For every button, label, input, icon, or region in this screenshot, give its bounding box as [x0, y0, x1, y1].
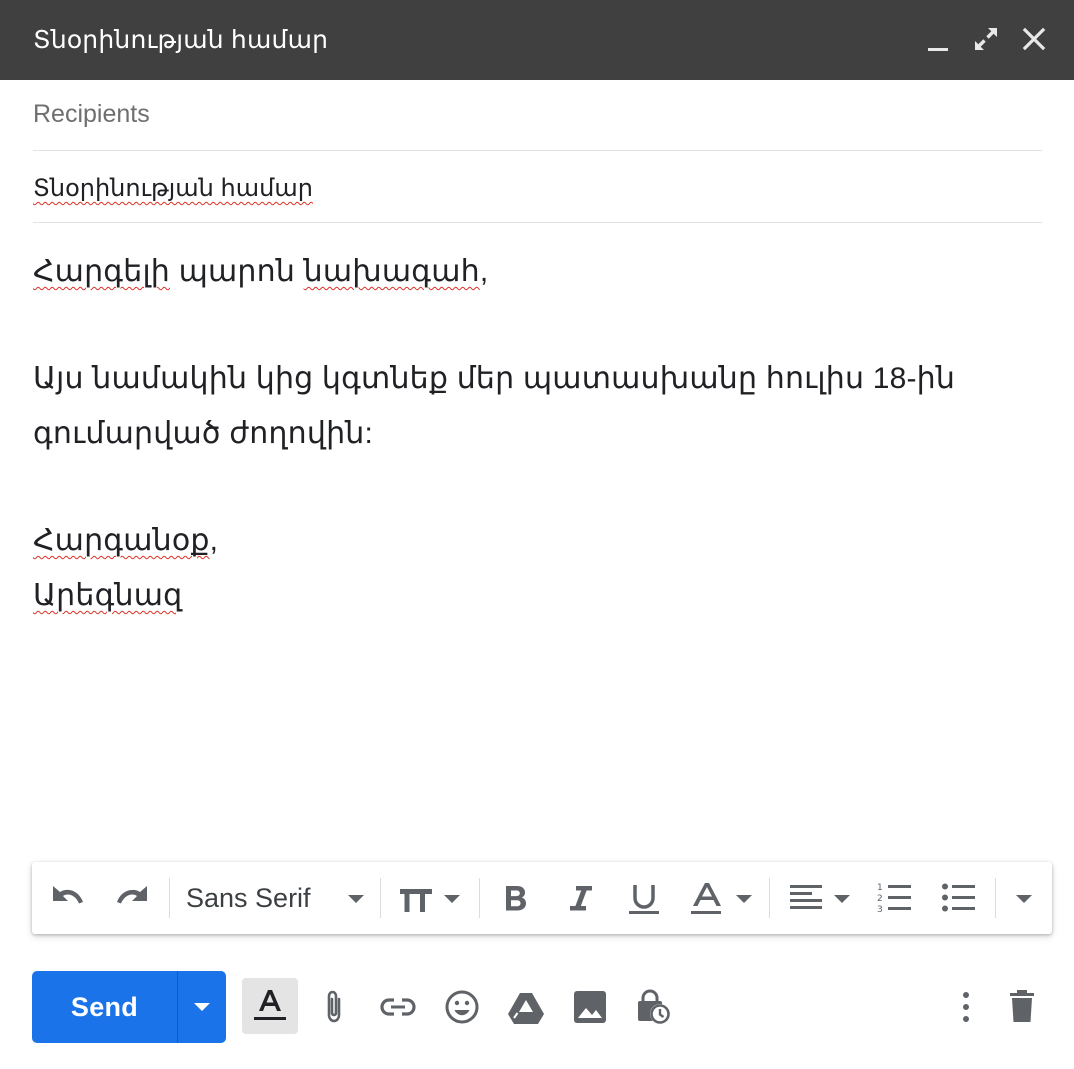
- svg-text:3: 3: [877, 905, 883, 915]
- google-drive-icon[interactable]: [506, 987, 546, 1027]
- subject-field[interactable]: Տնօրինության համար: [33, 174, 313, 203]
- insert-link-icon[interactable]: [378, 987, 418, 1027]
- signature-line: Արեգնազ: [33, 578, 182, 613]
- toolbar-separator: [380, 878, 381, 918]
- close-icon[interactable]: [1019, 24, 1049, 54]
- greeting-word-2: պարոն: [178, 255, 296, 288]
- recipients-divider: [33, 150, 1042, 151]
- confidential-mode-icon[interactable]: [634, 987, 674, 1027]
- signature-name: Արեգնազ: [33, 579, 183, 612]
- italic-icon[interactable]: [562, 880, 598, 916]
- toolbar-separator: [169, 878, 170, 918]
- redo-icon[interactable]: [112, 880, 152, 916]
- body-line-1: Այս նամակին կից կգտնեք մեր պատասխանը հու…: [33, 362, 956, 395]
- text-format-icon: [254, 990, 286, 1020]
- subject-text: Տնօրինության համար: [33, 175, 313, 202]
- send-button[interactable]: Send: [32, 971, 177, 1043]
- greeting-line: Հարգելի պարոն նախագահ,: [33, 254, 488, 289]
- bulleted-list-icon[interactable]: [938, 880, 978, 916]
- font-family-select[interactable]: Sans Serif: [186, 883, 311, 914]
- closing-word: Հարգանօք: [33, 524, 210, 557]
- expand-icon[interactable]: [971, 24, 1001, 54]
- greeting-word-3: նախագահ: [303, 255, 480, 288]
- recipients-field[interactable]: Recipients: [33, 100, 150, 129]
- send-button-group: Send: [32, 971, 226, 1043]
- subject-divider: [33, 222, 1042, 223]
- body-line-2: գումարված ժողովին:: [33, 417, 374, 450]
- attach-file-icon[interactable]: [314, 987, 354, 1027]
- underline-icon[interactable]: [626, 880, 662, 916]
- insert-photo-icon[interactable]: [570, 987, 610, 1027]
- formatting-options-toggle[interactable]: [242, 978, 298, 1034]
- window-title: Տնօրինության համար: [33, 26, 329, 54]
- send-options-dropdown[interactable]: [178, 971, 226, 1043]
- compose-title-bar[interactable]: Տնօրինության համար: [0, 0, 1074, 80]
- svg-text:2: 2: [877, 894, 883, 904]
- text-size-icon[interactable]: [396, 880, 468, 916]
- discard-draft-icon[interactable]: [1002, 987, 1042, 1027]
- text-color-icon[interactable]: [688, 880, 758, 916]
- toolbar-separator: [479, 878, 480, 918]
- formatting-toolbar: Sans Serif 1 2 3: [32, 862, 1052, 934]
- numbered-list-icon[interactable]: 1 2 3: [874, 880, 914, 916]
- undo-icon[interactable]: [48, 880, 88, 916]
- bold-icon[interactable]: [498, 880, 534, 916]
- toolbar-separator: [995, 878, 996, 918]
- greeting-punct: ,: [479, 255, 489, 288]
- font-dropdown-icon[interactable]: [342, 880, 370, 916]
- minimize-icon[interactable]: [923, 24, 953, 54]
- more-options-icon[interactable]: [946, 987, 986, 1027]
- svg-text:1: 1: [877, 883, 883, 893]
- closing-punct: ,: [209, 524, 219, 557]
- toolbar-separator: [769, 878, 770, 918]
- more-formatting-icon[interactable]: [1010, 880, 1038, 916]
- align-icon[interactable]: [788, 880, 854, 916]
- emoji-icon[interactable]: [442, 987, 482, 1027]
- closing-line: Հարգանօք,: [33, 523, 218, 558]
- greeting-word-1: Հարգելի: [33, 255, 171, 288]
